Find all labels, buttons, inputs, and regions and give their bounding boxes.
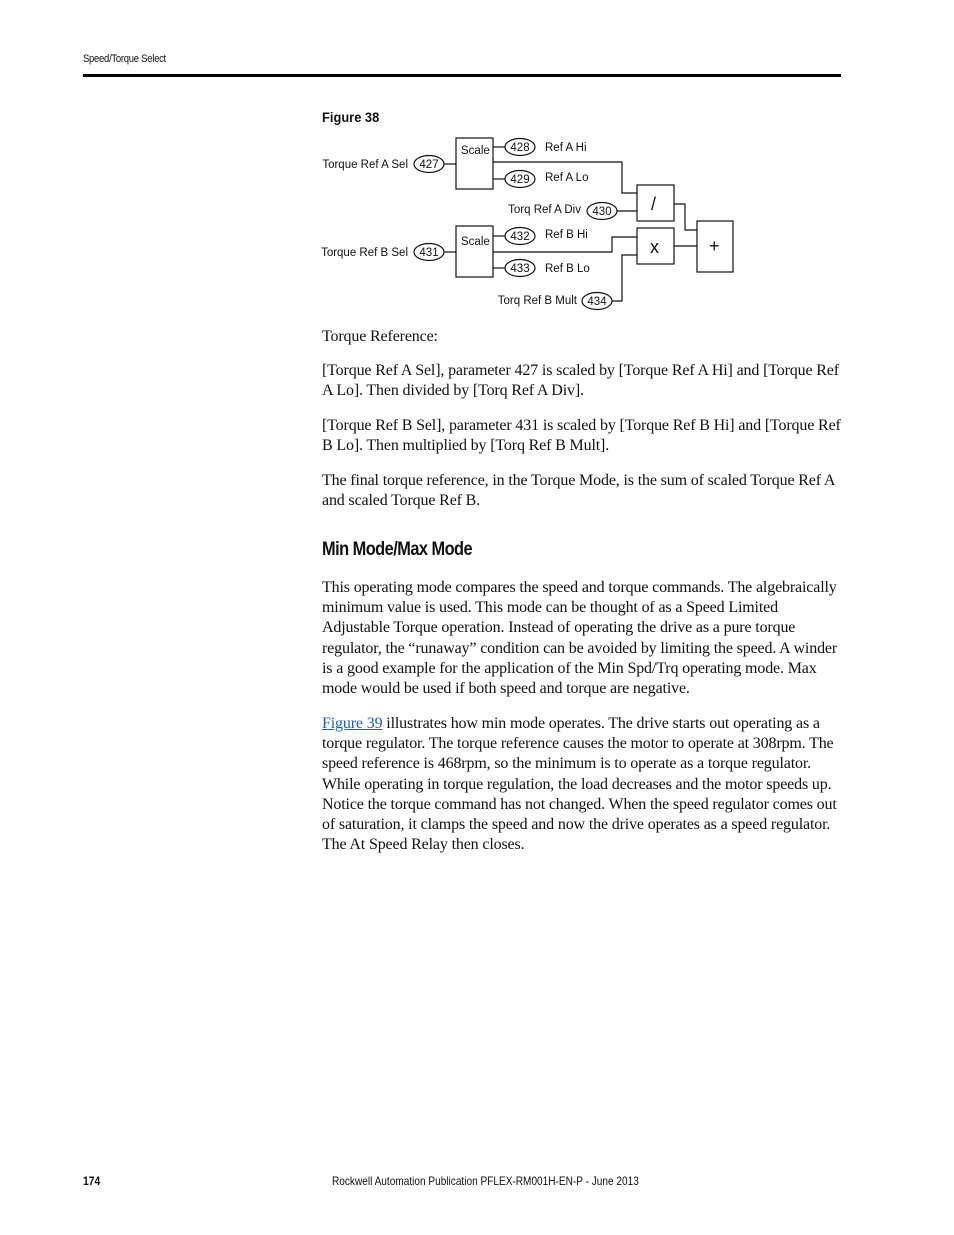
section-heading: Min Mode/Max Mode bbox=[322, 539, 473, 560]
scale-b-label: Scale bbox=[461, 236, 490, 248]
param-430-number: 430 bbox=[592, 206, 611, 218]
publication-info: Rockwell Automation Publication PFLEX-RM… bbox=[332, 1174, 639, 1188]
param-434-number: 434 bbox=[587, 296, 607, 308]
ref-b-lo-label: Ref B Lo bbox=[545, 263, 590, 275]
paragraph-min-mode-description: This operating mode compares the speed a… bbox=[322, 579, 838, 698]
paragraph-torque-reference-intro: Torque Reference: bbox=[322, 328, 438, 345]
paragraph-min-mode-example: Figure 39 illustrates how min mode opera… bbox=[322, 714, 844, 855]
param-428-number: 428 bbox=[510, 142, 529, 154]
figure-39-link[interactable]: Figure 39 bbox=[322, 715, 383, 732]
wire-434-multiply bbox=[612, 254, 637, 302]
torque-ref-b-sel-label: Torque Ref B Sel bbox=[321, 247, 408, 259]
ref-a-hi-label: Ref A Hi bbox=[545, 142, 587, 154]
paragraph-torque-ref-a: [Torque Ref A Sel], parameter 427 is sca… bbox=[322, 362, 839, 400]
torque-reference-diagram: Scale Scale / x + 427 428 429 430 431 43… bbox=[321, 137, 734, 311]
ref-b-hi-label: Ref B Hi bbox=[545, 229, 588, 241]
torq-ref-b-mult-label: Torq Ref B Mult bbox=[498, 295, 578, 307]
torq-ref-a-div-label: Torq Ref A Div bbox=[508, 204, 581, 216]
param-431-number: 431 bbox=[419, 247, 438, 259]
page-number: 174 bbox=[83, 1174, 101, 1188]
divide-symbol: / bbox=[651, 194, 656, 214]
wire-divide-sum bbox=[674, 203, 697, 231]
sum-symbol: + bbox=[709, 236, 720, 256]
torque-ref-a-sel-label: Torque Ref A Sel bbox=[322, 159, 408, 171]
param-429-number: 429 bbox=[510, 174, 529, 186]
paragraph-torque-ref-b: [Torque Ref B Sel], parameter 431 is sca… bbox=[322, 417, 841, 455]
ref-a-lo-label: Ref A Lo bbox=[545, 172, 588, 184]
multiply-symbol: x bbox=[650, 237, 659, 257]
paragraph-final-torque-reference: The final torque reference, in the Torqu… bbox=[322, 472, 835, 510]
scale-b-block bbox=[455, 225, 494, 278]
scale-a-label: Scale bbox=[461, 145, 490, 157]
param-432-number: 432 bbox=[510, 231, 529, 243]
param-427-number: 427 bbox=[419, 159, 438, 171]
param-433-number: 433 bbox=[510, 263, 529, 275]
paragraph-min-mode-example-text: illustrates how min mode operates. The d… bbox=[322, 715, 837, 854]
